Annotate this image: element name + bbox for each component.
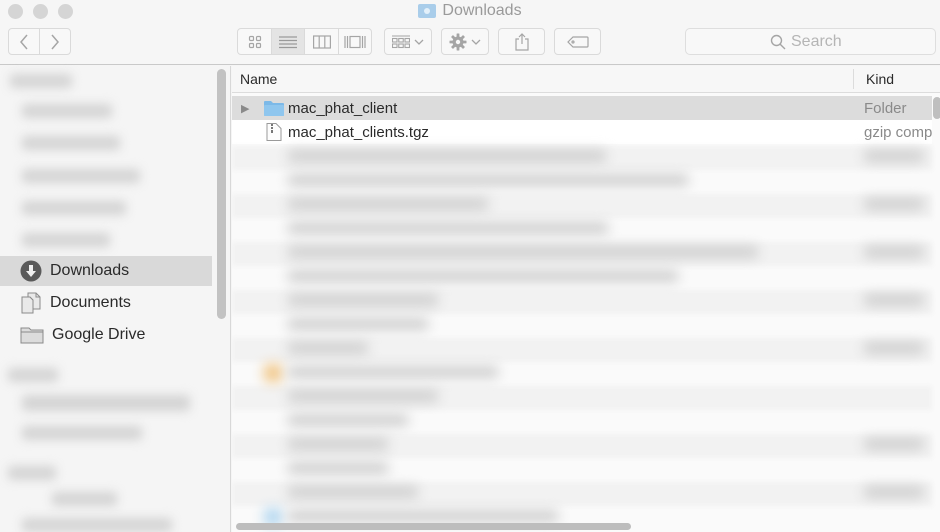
folder-icon (20, 327, 44, 344)
obscured-file-name (288, 150, 606, 162)
file-name: mac_phat_client (288, 99, 398, 117)
gear-icon (449, 33, 467, 50)
obscured-file-name (288, 486, 418, 498)
disclosure-triangle-icon[interactable]: ▶ (241, 102, 249, 115)
tag-button[interactable] (554, 28, 601, 55)
obscured-sidebar-item (22, 169, 140, 183)
obscured-sidebar-section (10, 74, 72, 88)
obscured-file-name (288, 510, 558, 522)
obscured-file-rows (232, 146, 940, 526)
obscured-file-name (288, 294, 438, 306)
share-button[interactable] (498, 28, 545, 55)
sidebar-item-google-drive[interactable]: Google Drive (0, 320, 212, 350)
search-icon (770, 34, 786, 49)
column-header-name[interactable]: Name (240, 71, 277, 87)
obscured-file-name (288, 222, 608, 234)
obscured-sidebar-item (22, 201, 126, 215)
list-view-button[interactable] (271, 29, 305, 54)
sidebar-item-documents[interactable]: Documents (0, 288, 212, 318)
tag-icon (566, 35, 589, 48)
obscured-file-name (288, 438, 388, 450)
obscured-file-name (288, 342, 368, 354)
file-list: Name Kind ▶ mac_phat_client Folder mac_p… (232, 66, 940, 532)
obscured-file-name (288, 246, 758, 258)
documents-icon (21, 292, 41, 314)
obscured-file-name (288, 198, 488, 210)
sidebar: Downloads Documents Google Drive (0, 66, 231, 532)
view-mode-control (237, 28, 372, 55)
file-list-vertical-scrollbar[interactable] (933, 97, 940, 119)
obscured-file-kind (864, 486, 924, 498)
obscured-sidebar-section (8, 466, 56, 480)
obscured-file-kind (864, 342, 924, 354)
obscured-file-name (288, 414, 408, 426)
obscured-file-name (288, 318, 428, 330)
cover-flow-icon (344, 35, 366, 48)
share-icon (514, 32, 529, 51)
obscured-sidebar-item (22, 426, 142, 440)
chevron-right-icon (51, 34, 59, 49)
file-name: mac_phat_clients.tgz (288, 123, 429, 141)
obscured-file-name (288, 366, 498, 378)
sidebar-item-label: Google Drive (52, 326, 146, 343)
file-row-mac-phat-client[interactable]: ▶ mac_phat_client Folder (232, 96, 932, 120)
obscured-sidebar-item (22, 518, 172, 532)
obscured-file-kind (864, 150, 924, 162)
chevron-down-icon (414, 39, 424, 45)
arrange-button[interactable] (384, 28, 432, 55)
column-view-button[interactable] (304, 29, 337, 54)
search-input[interactable] (791, 32, 851, 51)
folder-icon (264, 101, 284, 116)
obscured-file-kind (864, 246, 924, 258)
file-kind: gzip compressed archive (864, 123, 932, 141)
obscured-sidebar-item (22, 136, 120, 150)
action-menu-button[interactable] (441, 28, 489, 55)
back-button[interactable] (9, 29, 39, 54)
cover-flow-view-button[interactable] (337, 29, 371, 54)
window-title-text: Downloads (442, 2, 522, 19)
obscured-sidebar-section (8, 368, 58, 382)
archive-file-icon (266, 123, 282, 141)
icon-view-icon (248, 35, 261, 48)
chevron-down-icon (471, 39, 481, 45)
obscured-sidebar-item (22, 233, 110, 247)
column-header: Name Kind (232, 66, 940, 93)
icon-view-button[interactable] (238, 29, 271, 54)
sidebar-item-downloads[interactable]: Downloads (0, 256, 212, 286)
column-view-icon (312, 34, 331, 49)
obscured-file-name (288, 462, 388, 474)
file-row-mac-phat-clients-tgz[interactable]: mac_phat_clients.tgz gzip compressed arc… (232, 120, 932, 144)
obscured-file-kind (864, 294, 924, 306)
obscured-file-kind (864, 438, 924, 450)
obscured-sidebar-item (52, 492, 117, 506)
file-kind: Folder (864, 99, 907, 117)
arrange-grid-icon (392, 34, 410, 48)
search-field[interactable] (685, 28, 936, 55)
sidebar-scrollbar[interactable] (217, 69, 226, 319)
column-divider[interactable] (853, 69, 854, 89)
sidebar-item-label: Downloads (50, 262, 130, 279)
file-list-horizontal-scrollbar[interactable] (236, 523, 631, 530)
downloads-folder-icon (418, 4, 437, 18)
obscured-file-kind (864, 198, 924, 210)
obscured-sidebar-item (22, 395, 190, 411)
sidebar-item-label: Documents (50, 294, 131, 311)
chevron-left-icon (20, 34, 28, 49)
window-title: Downloads (0, 2, 940, 20)
obscured-file-name (288, 270, 678, 282)
obscured-file-name (288, 174, 688, 186)
column-header-kind[interactable]: Kind (866, 71, 894, 87)
window-toolbar: Downloads (0, 0, 940, 65)
forward-button[interactable] (39, 29, 70, 54)
list-view-icon (279, 35, 298, 48)
obscured-sidebar-item (22, 104, 112, 118)
obscured-file-icon (264, 364, 282, 382)
navigation-buttons (8, 28, 71, 55)
downloads-icon (20, 260, 42, 282)
obscured-file-name (288, 390, 438, 402)
